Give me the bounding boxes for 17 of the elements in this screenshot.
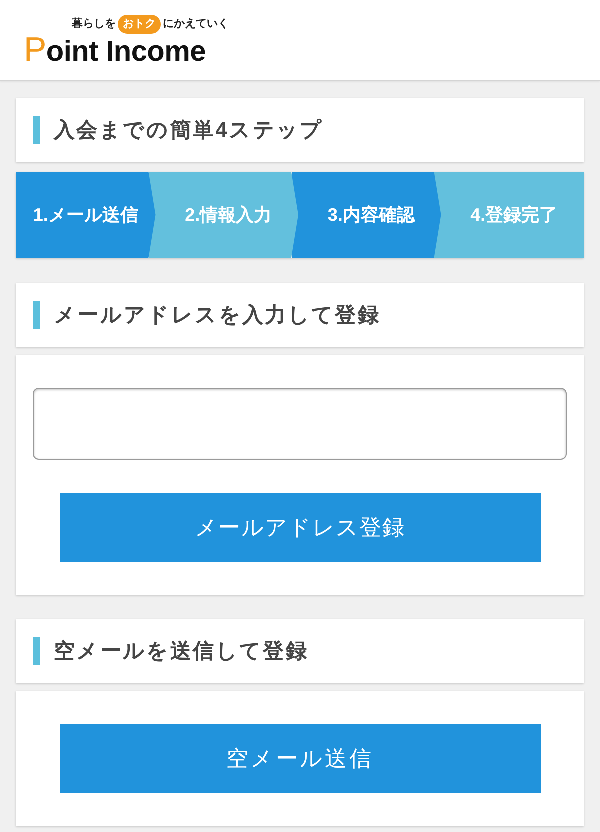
email-input-field[interactable] xyxy=(33,388,567,460)
logo-tagline: にかえていく xyxy=(163,18,229,30)
step-label: 3.内容確認 xyxy=(328,206,415,224)
send-empty-mail-button[interactable]: 空メール送信 xyxy=(60,724,540,793)
register-email-button[interactable]: メールアドレス登録 xyxy=(60,493,540,562)
section-title: メールアドレスを入力して登録 xyxy=(54,304,381,326)
accent-bar-icon xyxy=(33,116,40,144)
logo-tagline-badge: おトク xyxy=(118,14,161,34)
accent-bar-icon xyxy=(33,637,40,665)
accent-bar-icon xyxy=(33,301,40,329)
step-label: 2.情報入力 xyxy=(185,206,272,224)
step-label: 4.登録完了 xyxy=(470,206,558,224)
section-title: 入会までの簡単4ステップ xyxy=(54,120,324,140)
logo-tagline: 暮らしを xyxy=(72,18,116,30)
section-title: 空メールを送信して登録 xyxy=(54,640,308,662)
logo-wordmark: Point Income xyxy=(24,33,206,67)
step-label: 1.メール送信 xyxy=(33,206,138,224)
